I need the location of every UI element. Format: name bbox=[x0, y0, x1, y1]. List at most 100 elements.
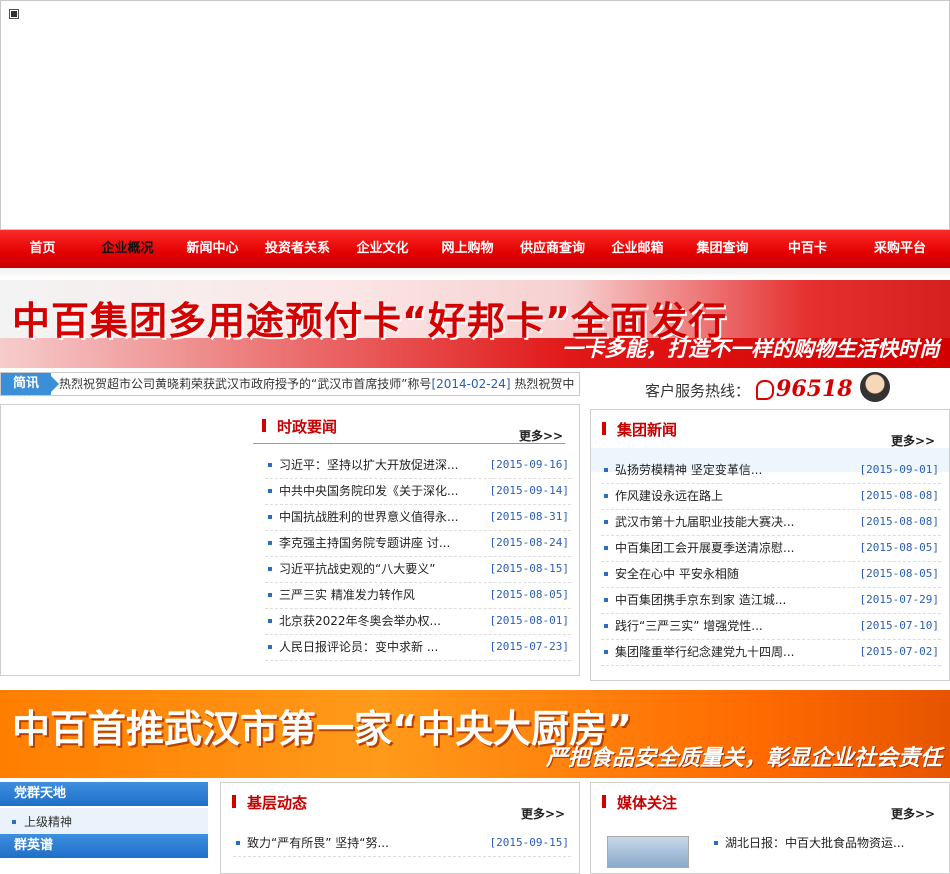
news-title[interactable]: 中百集团携手京东到家 造江城... bbox=[615, 587, 786, 613]
news-title[interactable]: 弘扬劳模精神 坚定变革信... bbox=[615, 457, 762, 483]
news-title[interactable]: 李克强主持国务院专题讲座 讨... bbox=[279, 530, 450, 556]
nav-item-corporate-culture[interactable]: 企业文化 bbox=[340, 230, 425, 268]
hotline-number: 96518 bbox=[776, 376, 853, 402]
list-item[interactable]: 习近平：坚持以扩大开放促进深... [2015-09-16] bbox=[265, 452, 571, 479]
main-nav: 首页 企业概况 新闻中心 投资者关系 企业文化 网上购物 供应商查询 企业邮箱 … bbox=[0, 230, 950, 268]
bullet-icon bbox=[714, 841, 718, 845]
news-date: [2015-09-16] bbox=[489, 458, 569, 471]
news-title[interactable]: 中国抗战胜利的世界意义值得永... bbox=[279, 504, 458, 530]
sidebar-section-party[interactable]: 党群天地 bbox=[0, 782, 208, 806]
banner2-slogan: 严把食品安全质量关，彰显企业社会责任 bbox=[545, 746, 942, 771]
news-title[interactable]: 集团隆重举行纪念建党九十四周... bbox=[615, 639, 794, 665]
media-more-link[interactable]: 更多>> bbox=[891, 805, 935, 822]
nav-item-home[interactable]: 首页 bbox=[0, 230, 85, 268]
list-item[interactable]: 弘扬劳模精神 坚定变革信... [2015-09-01] bbox=[601, 457, 941, 484]
promo-banner-prepaid-card[interactable]: 中百集团多用途预付卡“好邦卡”全面发行 一卡多能，打造不一样的购物生活快时尚 bbox=[0, 280, 950, 368]
nav-item-procurement[interactable]: 采购平台 bbox=[850, 230, 950, 268]
news-title[interactable]: 湖北日报：中百大批食品物资运... bbox=[725, 830, 904, 856]
list-item[interactable]: 中国抗战胜利的世界意义值得永... [2015-08-31] bbox=[265, 504, 571, 531]
bullet-icon bbox=[604, 468, 608, 472]
news-title[interactable]: 三严三实 精准发力转作风 bbox=[279, 582, 415, 608]
nav-item-company-overview[interactable]: 企业概况 bbox=[85, 230, 170, 268]
list-item[interactable]: 三严三实 精准发力转作风 [2015-08-05] bbox=[265, 582, 571, 609]
ticker-next-headline[interactable]: 热烈祝贺中 bbox=[514, 377, 574, 391]
news-date: [2015-08-08] bbox=[859, 515, 939, 528]
bullet-icon bbox=[268, 619, 272, 623]
list-item[interactable]: 集团隆重举行纪念建党九十四周... [2015-07-02] bbox=[601, 639, 941, 666]
list-item[interactable]: 湖北日报：中百大批食品物资运... bbox=[711, 830, 941, 856]
news-title[interactable]: 作风建设永远在路上 bbox=[615, 483, 723, 509]
news-date: [2015-08-08] bbox=[859, 489, 939, 502]
news-date: [2015-08-24] bbox=[489, 536, 569, 549]
news-date: [2015-07-23] bbox=[489, 640, 569, 653]
nav-item-zhongbai-card[interactable]: 中百卡 bbox=[765, 230, 850, 268]
list-item[interactable]: 安全在心中 平安永相随 [2015-08-05] bbox=[601, 561, 941, 588]
news-date: [2015-08-05] bbox=[859, 541, 939, 554]
news-date: [2015-08-01] bbox=[489, 614, 569, 627]
list-item[interactable]: 作风建设永远在路上 [2015-08-08] bbox=[601, 483, 941, 510]
bullet-icon bbox=[604, 546, 608, 550]
nav-item-news-center[interactable]: 新闻中心 bbox=[170, 230, 255, 268]
list-item[interactable]: 践行“三严三实” 增强党性... [2015-07-10] bbox=[601, 613, 941, 640]
plugin-placeholder-icon bbox=[9, 9, 19, 19]
bullet-icon bbox=[604, 572, 608, 576]
group-more-link[interactable]: 更多>> bbox=[891, 432, 935, 449]
nav-item-corporate-mail[interactable]: 企业邮箱 bbox=[595, 230, 680, 268]
list-item[interactable]: 中百集团工会开展夏季送清凉慰... [2015-08-05] bbox=[601, 535, 941, 562]
news-date: [2015-07-29] bbox=[859, 593, 939, 606]
grassroots-more-link[interactable]: 更多>> bbox=[521, 805, 565, 822]
news-title[interactable]: 习近平：坚持以扩大开放促进深... bbox=[279, 452, 458, 478]
list-item[interactable]: 致力“严有所畏” 坚持“努... [2015-09-15] bbox=[233, 830, 571, 857]
news-title[interactable]: 北京获2022年冬奥会举办权... bbox=[279, 608, 441, 634]
grassroots-title: 基层动态 bbox=[231, 794, 308, 812]
nav-shadow bbox=[0, 268, 950, 278]
news-title[interactable]: 中共中央国务院印发《关于深化... bbox=[279, 478, 458, 504]
news-title[interactable]: 习近平抗战史观的“八大要义” bbox=[279, 556, 435, 582]
sidebar-item-label[interactable]: 上级精神 bbox=[24, 815, 72, 829]
list-item[interactable]: 李克强主持国务院专题讲座 讨... [2015-08-24] bbox=[265, 530, 571, 557]
bullet-icon bbox=[268, 463, 272, 467]
media-title: 媒体关注 bbox=[601, 794, 678, 812]
nav-item-investor-relations[interactable]: 投资者关系 bbox=[255, 230, 340, 268]
sidebar-item-superior-spirit[interactable]: 上级精神 bbox=[0, 808, 208, 836]
list-item[interactable]: 中共中央国务院印发《关于深化... [2015-09-14] bbox=[265, 478, 571, 505]
news-title[interactable]: 致力“严有所畏” 坚持“努... bbox=[247, 830, 389, 856]
promo-banner-central-kitchen[interactable]: 中百首推武汉市第一家“中央大厨房” 严把食品安全质量关，彰显企业社会责任 bbox=[0, 690, 950, 778]
politics-news-panel: 时政要闻 更多>> 习近平：坚持以扩大开放促进深... [2015-09-16] 中… bbox=[0, 404, 580, 676]
news-date: [2015-09-01] bbox=[859, 463, 939, 476]
ticker-content[interactable]: 热烈祝贺超市公司黄晓莉荣获武汉市政府授予的“武汉市首席技师”称号[2014-02… bbox=[59, 373, 574, 395]
list-item[interactable]: 习近平抗战史观的“八大要义” [2015-08-15] bbox=[265, 556, 571, 583]
customer-hotline: 客户服务热线： 96518 bbox=[645, 374, 853, 404]
bullet-icon bbox=[604, 598, 608, 602]
nav-item-supplier-query[interactable]: 供应商查询 bbox=[510, 230, 595, 268]
news-title[interactable]: 中百集团工会开展夏季送清凉慰... bbox=[615, 535, 794, 561]
list-item[interactable]: 人民日报评论员：变中求新 ... [2015-07-23] bbox=[265, 634, 571, 661]
news-title[interactable]: 人民日报评论员：变中求新 ... bbox=[279, 634, 438, 660]
list-item[interactable]: 武汉市第十九届职业技能大赛决... [2015-08-08] bbox=[601, 509, 941, 536]
customer-service-agent-icon bbox=[860, 372, 890, 402]
list-item[interactable]: 北京获2022年冬奥会举办权... [2015-08-01] bbox=[265, 608, 571, 635]
ticker-headline[interactable]: 热烈祝贺超市公司黄晓莉荣获武汉市政府授予的“武汉市首席技师”称号 bbox=[59, 377, 431, 391]
politics-more-link[interactable]: 更多>> bbox=[519, 427, 563, 444]
sidebar-section-heroes[interactable]: 群英谱 bbox=[0, 834, 208, 858]
nav-item-group-query[interactable]: 集团查询 bbox=[680, 230, 765, 268]
sidebar: 党群天地 上级精神 群英谱 bbox=[0, 782, 210, 864]
ticker-label: 简讯 bbox=[1, 373, 59, 395]
group-news-panel: 集团新闻 更多>> 弘扬劳模精神 坚定变革信... [2015-09-01] 作风建… bbox=[590, 409, 950, 681]
bullet-icon bbox=[604, 494, 608, 498]
news-date: [2015-09-14] bbox=[489, 484, 569, 497]
news-ticker: 简讯 热烈祝贺超市公司黄晓莉荣获武汉市政府授予的“武汉市首席技师”称号[2014… bbox=[0, 372, 580, 396]
phone-icon bbox=[756, 380, 775, 400]
politics-news-title: 时政要闻 bbox=[261, 418, 338, 436]
news-title[interactable]: 安全在心中 平安永相随 bbox=[615, 561, 739, 587]
media-thumbnail-image[interactable] bbox=[607, 836, 689, 868]
nav-item-online-shopping[interactable]: 网上购物 bbox=[425, 230, 510, 268]
news-title[interactable]: 践行“三严三实” 增强党性... bbox=[615, 613, 763, 639]
news-date: [2015-07-10] bbox=[859, 619, 939, 632]
list-item[interactable]: 中百集团携手京东到家 造江城... [2015-07-29] bbox=[601, 587, 941, 614]
group-news-title: 集团新闻 bbox=[601, 421, 678, 439]
news-title[interactable]: 武汉市第十九届职业技能大赛决... bbox=[615, 509, 794, 535]
news-date: [2015-07-02] bbox=[859, 645, 939, 658]
news-date: [2015-08-05] bbox=[859, 567, 939, 580]
bullet-icon bbox=[268, 515, 272, 519]
